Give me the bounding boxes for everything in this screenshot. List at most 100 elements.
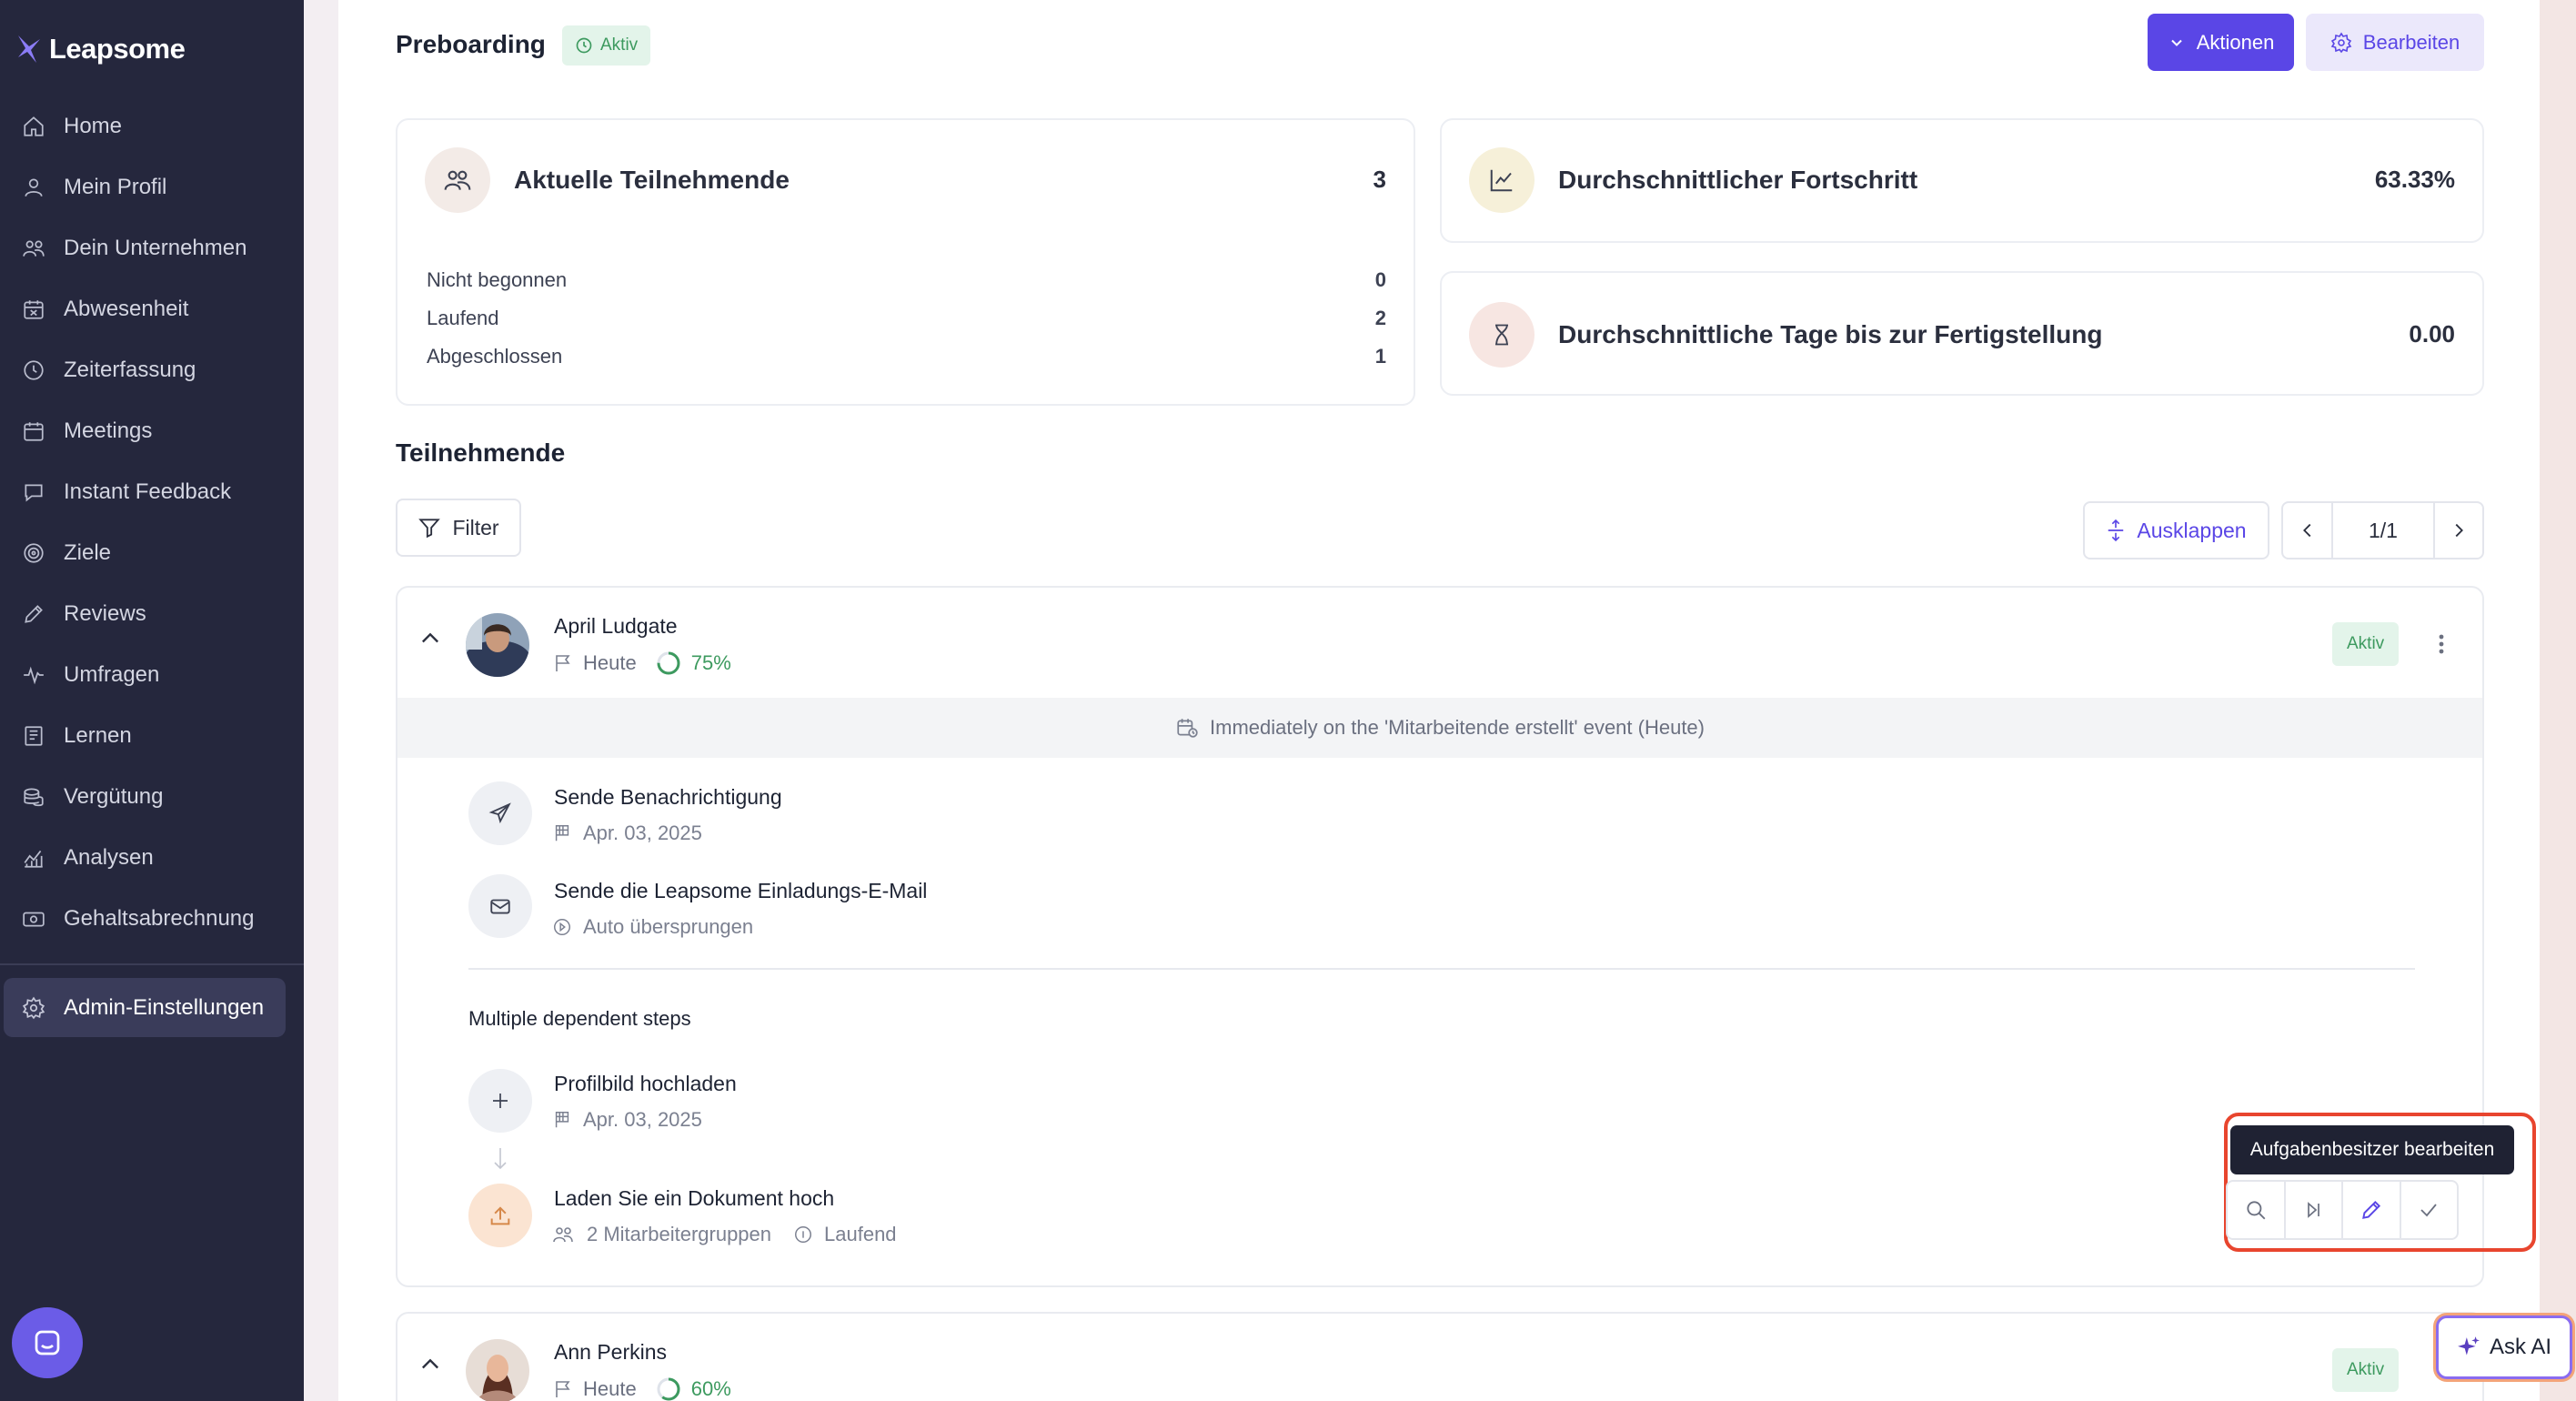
stat-row-value: 2	[1374, 307, 1386, 329]
step-title[interactable]: Sende Benachrichtigung	[554, 785, 782, 810]
sidebar-item-label: Reviews	[64, 600, 146, 626]
edit-button[interactable]: Bearbeiten	[2306, 14, 2484, 71]
sidebar-item-label: Instant Feedback	[64, 479, 232, 504]
mail-icon	[468, 874, 532, 938]
logo-text: Leapsome	[49, 33, 186, 65]
plus-icon	[468, 1069, 532, 1133]
step-title[interactable]: Sende die Leapsome Einladungs-E-Mail	[554, 879, 927, 903]
participant-name[interactable]: April Ludgate	[554, 614, 678, 639]
step-title[interactable]: Laden Sie ein Dokument hoch	[554, 1186, 834, 1211]
sidebar-item-label: Vergütung	[64, 783, 164, 809]
participant-status-label: Aktiv	[2347, 1360, 2385, 1379]
clock-icon	[576, 37, 592, 54]
sidebar-item-label: Meetings	[64, 418, 153, 443]
arrow-down-icon	[494, 1148, 507, 1170]
progress-ring-icon	[657, 651, 680, 675]
filter-button[interactable]: Filter	[396, 499, 521, 557]
pagination-next-button[interactable]	[2433, 501, 2484, 559]
sidebar-item-learning[interactable]: Lernen	[0, 705, 304, 766]
gear-icon	[22, 996, 45, 1019]
skip-step-button[interactable]	[2286, 1182, 2343, 1238]
avatar	[466, 1339, 529, 1401]
checkered-flag-icon	[555, 825, 569, 842]
sidebar-item-payroll[interactable]: Gehaltsabrechnung	[0, 888, 304, 949]
edit-task-owner-button[interactable]	[2343, 1182, 2401, 1238]
sidebar-nav: Home Mein Profil Dein Unternehmen Abwese…	[0, 96, 304, 949]
sidebar-item-label: Zeiterfassung	[64, 357, 196, 382]
stat-row-value: 1	[1374, 345, 1386, 368]
pen-icon	[25, 604, 43, 623]
support-chat-button[interactable]	[12, 1307, 83, 1378]
gear-icon	[2330, 32, 2352, 53]
sidebar-item-profile[interactable]: Mein Profil	[0, 156, 304, 217]
sidebar-item-goals[interactable]: Ziele	[0, 522, 304, 583]
sidebar-item-home[interactable]: Home	[0, 96, 304, 156]
days-stat-title: Durchschnittliche Tage bis zur Fertigste…	[1558, 320, 2103, 348]
sidebar-item-company[interactable]: Dein Unternehmen	[0, 217, 304, 278]
sidebar-item-label: Admin-Einstellungen	[64, 994, 265, 1020]
sidebar-item-surveys[interactable]: Umfragen	[0, 644, 304, 705]
sidebar-item-label: Abwesenheit	[64, 296, 189, 321]
step-date: Apr. 03, 2025	[583, 1108, 702, 1131]
step-title[interactable]: Profilbild hochladen	[554, 1072, 737, 1096]
clock-icon	[24, 359, 44, 380]
hourglass-icon	[1469, 302, 1535, 368]
participant-status-label: Aktiv	[2347, 634, 2385, 653]
pagination-label: 1/1	[2369, 518, 2398, 542]
leapsome-logo-icon	[18, 35, 40, 63]
sidebar-item-analytics[interactable]: Analysen	[0, 827, 304, 888]
upload-icon	[468, 1184, 532, 1247]
chat-icon	[25, 484, 43, 501]
view-step-button[interactable]	[2228, 1182, 2286, 1238]
sidebar-item-label: Ziele	[64, 539, 112, 565]
participant-name[interactable]: Ann Perkins	[554, 1340, 667, 1365]
stat-row-value: 0	[1374, 268, 1386, 291]
participant-date: Heute	[583, 651, 637, 674]
sidebar-item-meetings[interactable]: Meetings	[0, 400, 304, 461]
pagination-prev-button[interactable]	[2281, 501, 2333, 559]
trend-icon	[1469, 147, 1535, 213]
home-icon	[24, 116, 44, 136]
sidebar-item-absence[interactable]: Abwesenheit	[0, 278, 304, 339]
avatar	[466, 613, 529, 677]
progress-ring-icon	[657, 1377, 680, 1401]
users-icon	[553, 1227, 573, 1243]
sidebar-item-compensation[interactable]: Vergütung	[0, 766, 304, 827]
participant-meta: Heute 60%	[552, 1376, 731, 1401]
stat-row-in-progress: Laufend 2	[427, 307, 1386, 330]
participant-meta: Heute 75%	[552, 650, 731, 677]
participant-status-badge: Aktiv	[2332, 622, 2400, 666]
chevron-up-icon	[422, 1358, 438, 1369]
sidebar-item-time-tracking[interactable]: Zeiterfassung	[0, 339, 304, 400]
stat-row-label: Nicht begonnen	[427, 268, 568, 291]
expand-icon	[2108, 519, 2124, 542]
book-icon	[25, 725, 43, 746]
skip-forward-icon	[2308, 1202, 2320, 1218]
progress-stat-title: Durchschnittlicher Fortschritt	[1558, 166, 1918, 194]
more-options-button[interactable]	[2428, 626, 2455, 662]
actions-button[interactable]: Aktionen	[2148, 14, 2294, 71]
flag-icon	[556, 1381, 570, 1397]
pencil-icon	[2361, 1200, 2380, 1219]
participants-stat-card: Aktuelle Teilnehmende 3 Nicht begonnen 0…	[396, 118, 1415, 406]
stat-row-completed: Abgeschlossen 1	[427, 345, 1386, 368]
collapse-toggle[interactable]	[418, 626, 443, 651]
days-stat-card: Durchschnittliche Tage bis zur Fertigste…	[1440, 271, 2484, 396]
sidebar-item-instant-feedback[interactable]: Instant Feedback	[0, 461, 304, 522]
flag-icon	[556, 655, 570, 671]
filter-button-label: Filter	[452, 515, 499, 539]
coins-icon	[24, 787, 44, 806]
expand-button[interactable]: Ausklappen	[2083, 501, 2269, 559]
sidebar-item-admin-settings[interactable]: Admin-Einstellungen	[4, 978, 286, 1037]
complete-step-button[interactable]	[2401, 1182, 2458, 1238]
collapse-toggle[interactable]	[418, 1352, 443, 1377]
sidebar-item-label: Gehaltsabrechnung	[64, 905, 255, 931]
ask-ai-button[interactable]: Ask AI	[2436, 1315, 2572, 1379]
sidebar-item-reviews[interactable]: Reviews	[0, 583, 304, 644]
sparkle-icon	[2458, 1336, 2480, 1356]
sidebar-item-label: Lernen	[64, 722, 132, 748]
trigger-event-bar: Immediately on the 'Mitarbeitende erstel…	[397, 698, 2482, 758]
leapsome-logo[interactable]: Leapsome	[16, 31, 186, 67]
step-assignees: 2 Mitarbeitergruppen	[587, 1223, 772, 1245]
participant-date: Heute	[583, 1377, 637, 1400]
